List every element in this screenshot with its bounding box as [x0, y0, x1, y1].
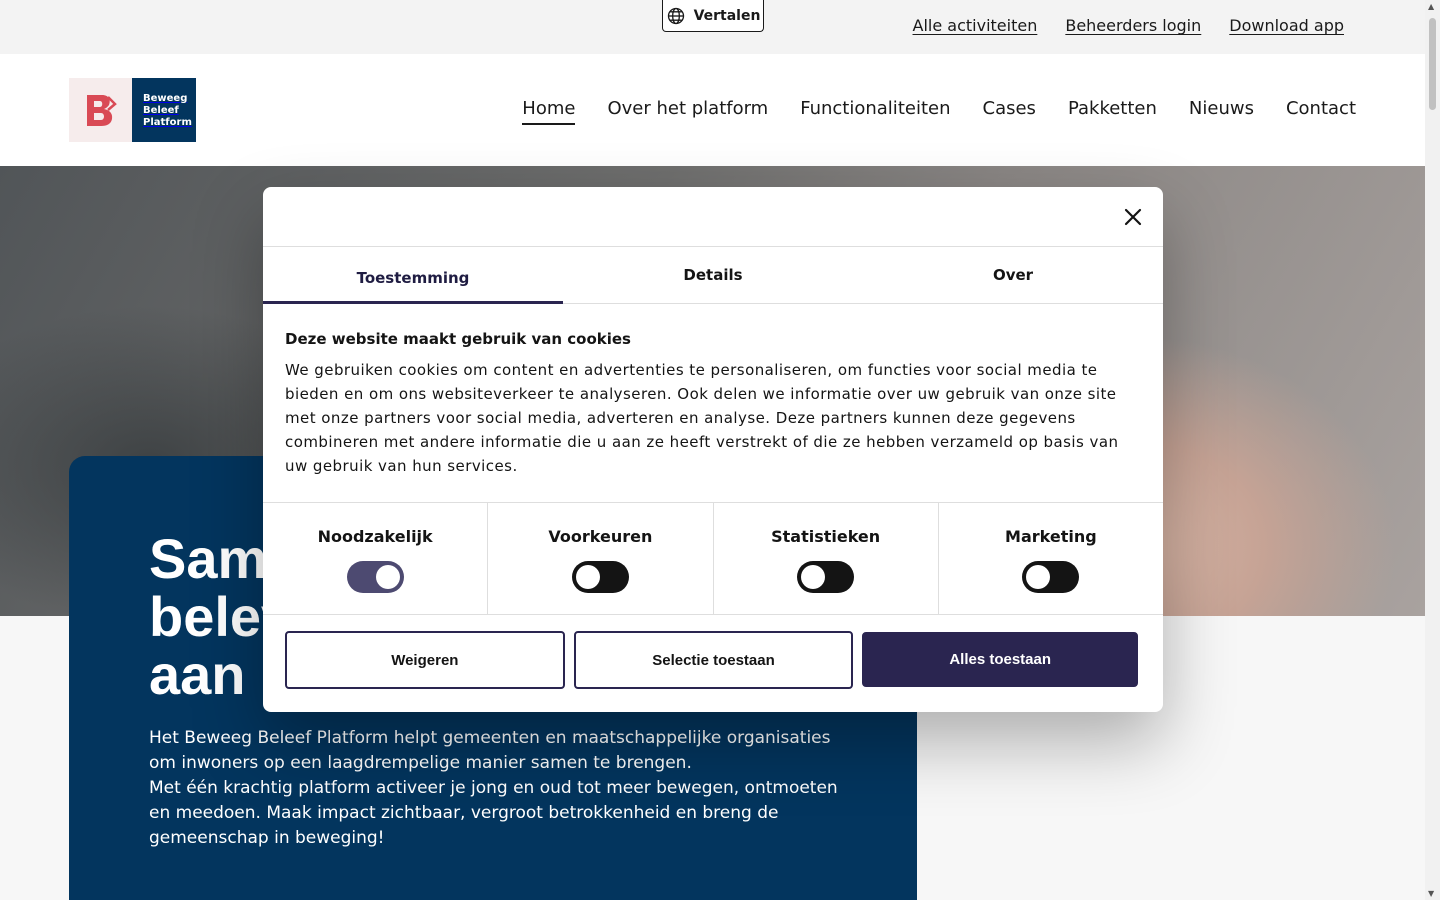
category-label: Voorkeuren	[548, 527, 653, 546]
close-icon[interactable]	[1123, 207, 1143, 227]
utility-links: Alle activiteiten Beheerders login Downl…	[913, 16, 1344, 35]
toggle-marketing[interactable]	[1022, 561, 1080, 593]
cookie-consent-dialog: Toestemming Details Over Deze website ma…	[263, 187, 1163, 712]
dialog-actions: Weigeren Selectie toestaan Alles toestaa…	[263, 615, 1163, 689]
cookie-heading: Deze website maakt gebruik van cookies	[285, 330, 631, 348]
tab-over[interactable]: Over	[863, 247, 1163, 303]
category-noodzakelijk: Noodzakelijk	[263, 503, 489, 614]
category-statistieken: Statistieken	[714, 503, 939, 614]
consent-tabs: Toestemming Details Over	[263, 247, 1163, 304]
logo-line-2: Beleef	[143, 105, 179, 116]
logo-wordmark: Beweeg Beleef Platform	[132, 78, 196, 142]
hero-paragraph-1: Het Beweeg Beleef Platform helpt gemeent…	[149, 728, 831, 773]
cookie-description: We gebruiken cookies om content en adver…	[285, 361, 1119, 475]
logo-line-1: Beweeg	[143, 93, 188, 104]
reject-button[interactable]: Weigeren	[285, 631, 565, 689]
cookie-categories: Noodzakelijk Voorkeuren Statistieken Mar…	[263, 502, 1163, 615]
category-label: Statistieken	[771, 527, 881, 546]
link-alle-activiteiten[interactable]: Alle activiteiten	[913, 16, 1038, 35]
allow-all-button[interactable]: Alles toestaan	[862, 632, 1139, 687]
nav-contact[interactable]: Contact	[1286, 98, 1356, 125]
toggle-voorkeuren[interactable]	[571, 561, 629, 593]
logo-b-icon	[86, 95, 117, 126]
toggle-noodzakelijk[interactable]	[346, 561, 404, 593]
main-nav: Home Over het platform Functionaliteiten…	[522, 98, 1356, 125]
allow-selection-button[interactable]: Selectie toestaan	[573, 631, 854, 689]
scroll-down-arrow-icon[interactable]: ▼	[1428, 889, 1434, 898]
nav-cases[interactable]: Cases	[983, 98, 1036, 125]
nav-over-het-platform[interactable]: Over het platform	[607, 98, 768, 125]
link-beheerders-login[interactable]: Beheerders login	[1065, 16, 1201, 35]
toggle-statistieken[interactable]	[797, 561, 855, 593]
nav-pakketten[interactable]: Pakketten	[1068, 98, 1157, 125]
category-voorkeuren: Voorkeuren	[488, 503, 714, 614]
page-scrollbar[interactable]: ▲ ▼	[1425, 0, 1440, 900]
nav-nieuws[interactable]: Nieuws	[1189, 98, 1254, 125]
dialog-body: Deze website maakt gebruik van cookies W…	[263, 304, 1163, 502]
toggle-knob	[801, 565, 826, 589]
translate-label: Vertalen	[693, 7, 761, 24]
logo-mark	[69, 78, 132, 142]
tab-details[interactable]: Details	[563, 247, 863, 303]
nav-functionaliteiten[interactable]: Functionaliteiten	[800, 98, 950, 125]
site-logo[interactable]: Beweeg Beleef Platform	[69, 78, 196, 142]
scroll-thumb[interactable]	[1429, 18, 1436, 110]
scroll-up-arrow-icon[interactable]: ▲	[1428, 2, 1434, 11]
globe-icon	[667, 7, 684, 24]
hero-paragraph-2: Met één krachtig platform activeer je jo…	[149, 778, 838, 848]
link-download-app[interactable]: Download app	[1229, 16, 1344, 35]
category-label: Noodzakelijk	[317, 527, 433, 546]
main-header: Beweeg Beleef Platform Home Over het pla…	[0, 54, 1425, 166]
toggle-knob	[575, 565, 600, 589]
dialog-header	[263, 187, 1163, 247]
tab-toestemming[interactable]: Toestemming	[263, 247, 563, 304]
category-marketing: Marketing	[939, 503, 1163, 614]
hero-description: Het Beweeg Beleef Platform helpt gemeent…	[149, 726, 839, 851]
category-label: Marketing	[1005, 527, 1097, 546]
utility-bar: Vertalen Alle activiteiten Beheerders lo…	[0, 0, 1425, 54]
hero-title-line-1: Sam	[149, 527, 268, 590]
toggle-knob	[375, 565, 400, 589]
translate-button[interactable]: Vertalen	[662, 0, 764, 32]
toggle-knob	[1026, 565, 1051, 589]
nav-home[interactable]: Home	[522, 98, 576, 125]
logo-line-3: Platform	[143, 117, 192, 128]
